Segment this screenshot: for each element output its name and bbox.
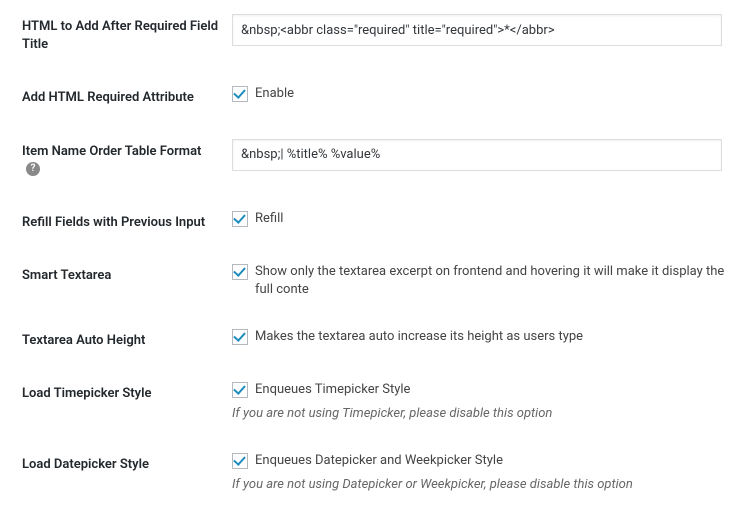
checkbox-icon: [232, 329, 248, 345]
setting-label: Item Name Order Table Format: [22, 144, 201, 159]
setting-description: If you are not using Timepicker, please …: [232, 405, 740, 423]
html-after-required-input[interactable]: [232, 14, 722, 46]
checkbox-label: Makes the textarea auto increase its hei…: [255, 328, 583, 346]
setting-row-textarea-auto-height: Textarea Auto Height Makes the textarea …: [0, 314, 750, 368]
checkbox-label: Enable: [255, 85, 294, 103]
setting-row-html-after-required: HTML to Add After Required Field Title: [0, 0, 750, 71]
setting-row-refill-fields: Refill Fields with Previous Input Refill: [0, 196, 750, 250]
help-icon[interactable]: ?: [26, 162, 40, 176]
enable-checkbox-wrap[interactable]: Enable: [232, 85, 740, 103]
textarea-auto-height-checkbox-wrap[interactable]: Makes the textarea auto increase its hei…: [232, 328, 740, 346]
item-name-order-input[interactable]: [232, 139, 722, 171]
load-datepicker-checkbox-wrap[interactable]: Enqueues Datepicker and Weekpicker Style: [232, 452, 740, 470]
checkbox-icon: [232, 86, 248, 102]
setting-label: Textarea Auto Height: [0, 314, 232, 368]
setting-label: HTML to Add After Required Field Title: [0, 0, 232, 71]
setting-label: Smart Textarea: [0, 249, 232, 313]
settings-form-table: HTML to Add After Required Field Title A…: [0, 0, 750, 508]
setting-row-load-timepicker: Load Timepicker Style Enqueues Timepicke…: [0, 367, 750, 437]
setting-row-item-name-order: Item Name Order Table Format ?: [0, 125, 750, 196]
checkbox-label: Refill: [255, 210, 283, 228]
setting-label: Add HTML Required Attribute: [0, 71, 232, 125]
load-timepicker-checkbox-wrap[interactable]: Enqueues Timepicker Style: [232, 381, 740, 399]
checkbox-icon: [232, 264, 248, 280]
setting-description: If you are not using Datepicker or Weekp…: [232, 476, 740, 494]
setting-row-smart-textarea: Smart Textarea Show only the textarea ex…: [0, 249, 750, 313]
refill-checkbox-wrap[interactable]: Refill: [232, 210, 740, 228]
setting-label: Load Timepicker Style: [0, 367, 232, 437]
checkbox-label: Enqueues Timepicker Style: [255, 381, 410, 399]
checkbox-icon: [232, 453, 248, 469]
checkbox-icon: [232, 211, 248, 227]
setting-label: Refill Fields with Previous Input: [0, 196, 232, 250]
checkbox-label: Enqueues Datepicker and Weekpicker Style: [255, 452, 503, 470]
setting-label: Load Datepicker Style: [0, 438, 232, 508]
smart-textarea-checkbox-wrap[interactable]: Show only the textarea excerpt on fronte…: [232, 263, 740, 299]
setting-row-load-datepicker: Load Datepicker Style Enqueues Datepicke…: [0, 438, 750, 508]
setting-row-add-html-required-attr: Add HTML Required Attribute Enable: [0, 71, 750, 125]
checkbox-icon: [232, 382, 248, 398]
checkbox-label: Show only the textarea excerpt on fronte…: [255, 263, 740, 299]
